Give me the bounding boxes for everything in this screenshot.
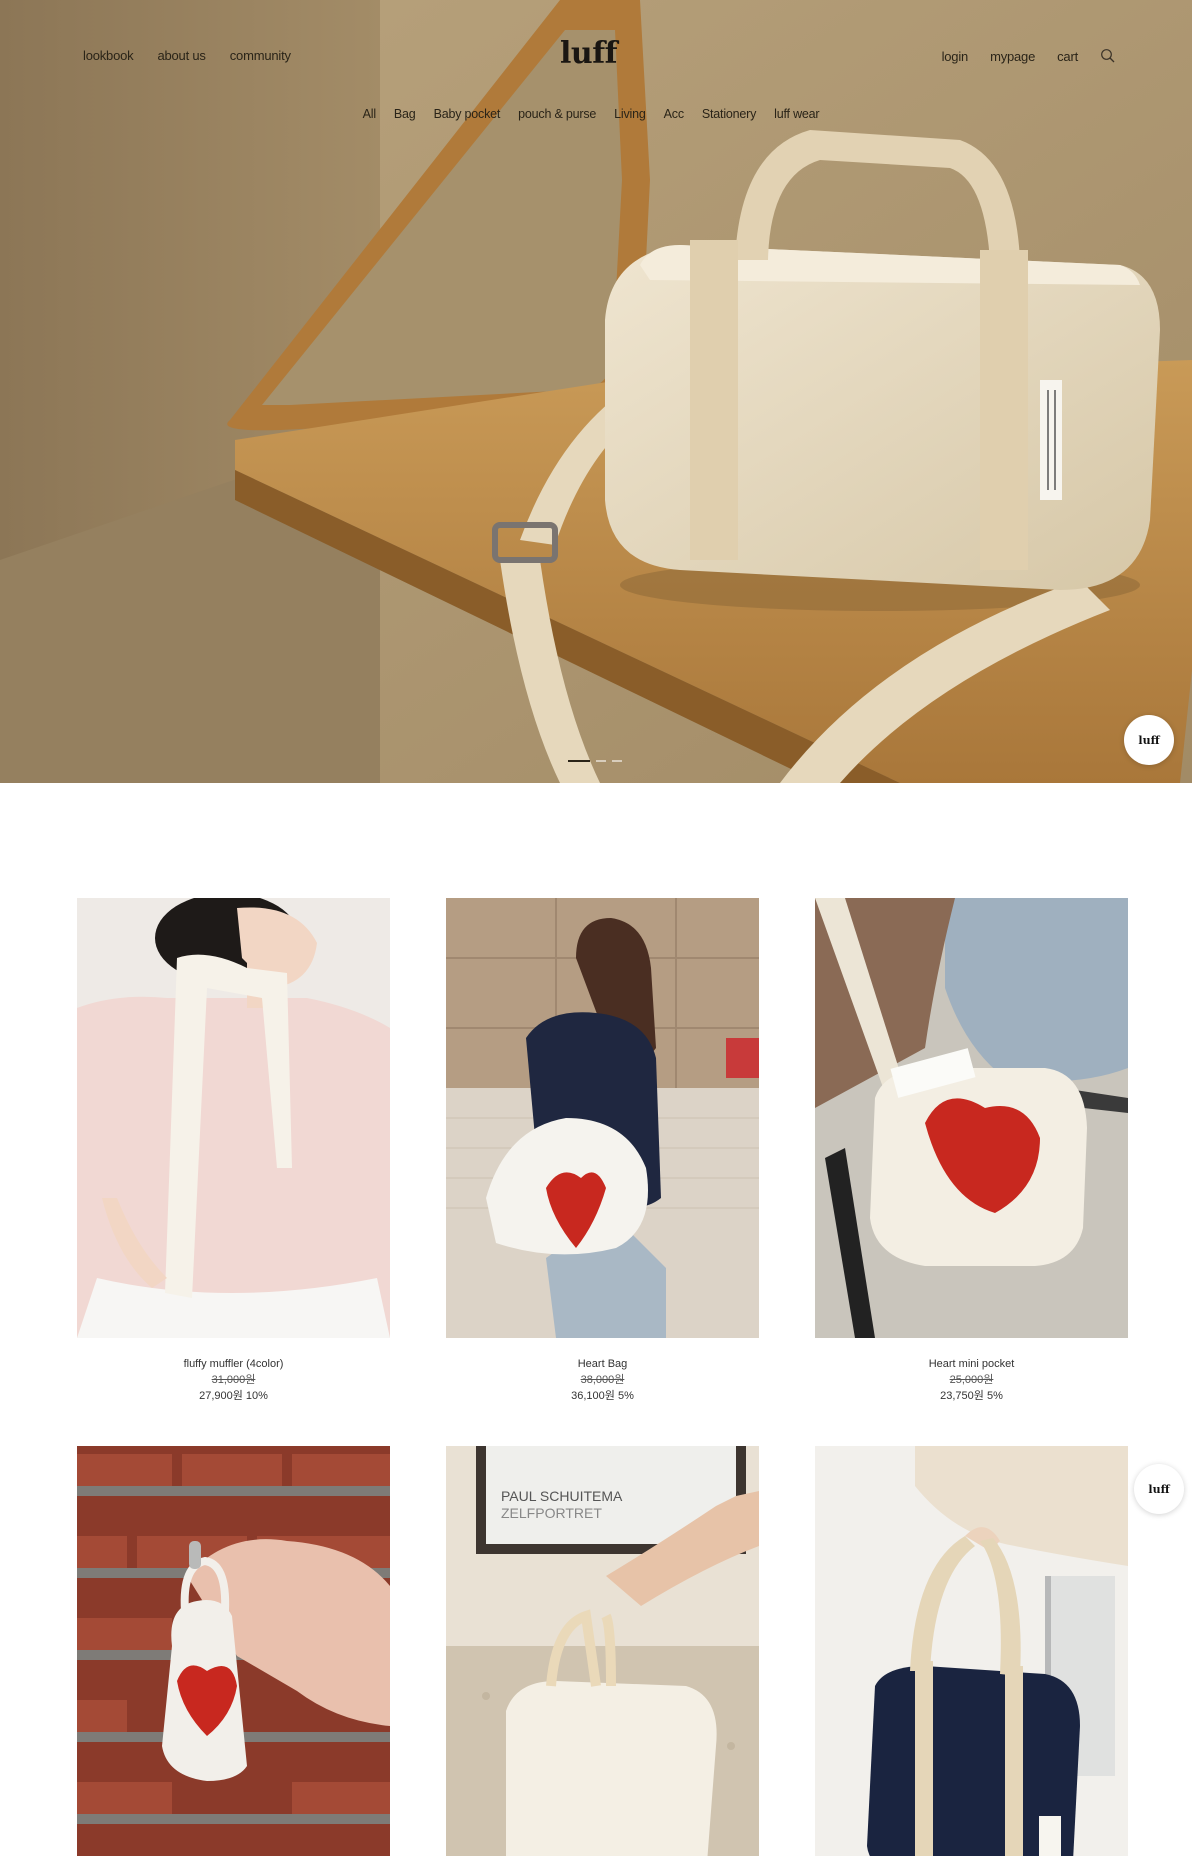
- product-name[interactable]: Heart mini pocket: [815, 1356, 1128, 1372]
- product-image[interactable]: [77, 898, 390, 1338]
- product-card[interactable]: [815, 1446, 1128, 1856]
- nav-mypage[interactable]: mypage: [990, 49, 1035, 64]
- product-card[interactable]: fluffy muffler (4color) 31,000원 27,900원 …: [77, 898, 390, 1404]
- nav-cart[interactable]: cart: [1057, 49, 1078, 64]
- product-original-price: 25,000원: [949, 1374, 994, 1386]
- category-pouch-purse[interactable]: pouch & purse: [518, 107, 596, 121]
- product-original-price: 31,000원: [211, 1374, 256, 1386]
- nav-about-us[interactable]: about us: [157, 48, 205, 63]
- nav-community[interactable]: community: [230, 48, 291, 63]
- account-nav: login mypage cart: [942, 48, 1116, 64]
- slide-dot-1[interactable]: [568, 760, 590, 762]
- product-name[interactable]: Heart Bag: [446, 1356, 759, 1372]
- product-sale-price: 23,750원 5%: [940, 1390, 1003, 1402]
- product-original-price: 38,000원: [580, 1374, 625, 1386]
- category-stationery[interactable]: Stationery: [702, 107, 756, 121]
- svg-text:PAUL SCHUITEMA: PAUL SCHUITEMA: [501, 1488, 623, 1504]
- category-nav: All Bag Baby pocket pouch & purse Living…: [0, 107, 1192, 121]
- product-image[interactable]: [815, 898, 1128, 1338]
- primary-nav: lookbook about us community: [83, 48, 291, 63]
- nav-lookbook[interactable]: lookbook: [83, 48, 134, 63]
- category-living[interactable]: Living: [614, 107, 646, 121]
- floating-luff-badge[interactable]: luff: [1124, 715, 1174, 765]
- site-header: lookbook about us community luff login m…: [0, 0, 1192, 140]
- slide-indicator: [568, 760, 622, 762]
- product-card[interactable]: Heart Bag 38,000원 36,100원 5%: [446, 898, 759, 1404]
- product-card[interactable]: PAUL SCHUITEMA ZELFPORTRET: [446, 1446, 759, 1856]
- product-info: fluffy muffler (4color) 31,000원 27,900원 …: [77, 1356, 390, 1404]
- site-logo[interactable]: luff: [560, 36, 618, 71]
- product-card[interactable]: Heart mini pocket 25,000원 23,750원 5%: [815, 898, 1128, 1404]
- slide-dot-3[interactable]: [612, 760, 622, 762]
- product-info: Heart mini pocket 25,000원 23,750원 5%: [815, 1356, 1128, 1404]
- category-luff-wear[interactable]: luff wear: [774, 107, 819, 121]
- product-sale-price: 36,100원 5%: [571, 1390, 634, 1402]
- product-image[interactable]: PAUL SCHUITEMA ZELFPORTRET: [446, 1446, 759, 1856]
- search-icon[interactable]: [1100, 48, 1116, 64]
- product-name[interactable]: fluffy muffler (4color): [77, 1356, 390, 1372]
- product-image[interactable]: [815, 1446, 1128, 1856]
- category-acc[interactable]: Acc: [664, 107, 684, 121]
- product-image[interactable]: [77, 1446, 390, 1856]
- product-sale-price: 27,900원 10%: [199, 1390, 268, 1402]
- hero-banner[interactable]: lookbook about us community luff login m…: [0, 0, 1192, 783]
- category-all[interactable]: All: [363, 107, 377, 121]
- nav-login[interactable]: login: [942, 49, 969, 64]
- svg-text:ZELFPORTRET: ZELFPORTRET: [501, 1505, 602, 1521]
- product-image[interactable]: [446, 898, 759, 1338]
- category-bag[interactable]: Bag: [394, 107, 416, 121]
- slide-dot-2[interactable]: [596, 760, 606, 762]
- category-baby-pocket[interactable]: Baby pocket: [434, 107, 501, 121]
- floating-luff-badge-lower[interactable]: luff: [1134, 1464, 1184, 1514]
- product-info: Heart Bag 38,000원 36,100원 5%: [446, 1356, 759, 1404]
- product-card[interactable]: [77, 1446, 390, 1856]
